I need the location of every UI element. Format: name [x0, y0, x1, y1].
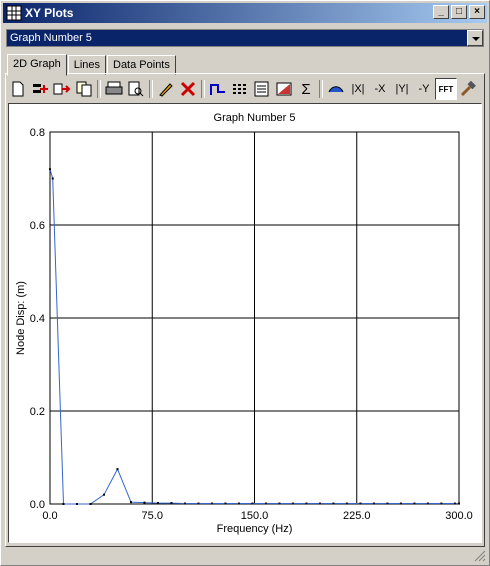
list-icon[interactable]	[251, 78, 273, 100]
data-point	[156, 502, 159, 505]
data-point	[224, 502, 227, 505]
data-point	[291, 502, 294, 505]
abs-x-button[interactable]: |X|	[347, 78, 369, 100]
data-point	[332, 502, 335, 505]
data-point	[278, 502, 281, 505]
xy-chart: 0.0 75.0 150.0 225.0 300.0 0.0 0.2 0.4 0.6 0.8 Gra…	[15, 112, 473, 535]
fill-icon[interactable]	[273, 78, 295, 100]
grid-app-icon	[6, 5, 22, 21]
y-tick-label: 0.4	[30, 313, 45, 325]
y-tick-label: 0.2	[30, 406, 45, 418]
data-point	[102, 493, 105, 496]
data-point	[345, 502, 348, 505]
data-point	[453, 502, 456, 505]
neg-x-button[interactable]: -X	[369, 78, 391, 100]
x-tick-label: 225.0	[343, 510, 371, 522]
window-title: XY Plots	[25, 6, 74, 20]
data-point	[183, 502, 186, 505]
data-point	[413, 502, 416, 505]
data-point	[197, 502, 200, 505]
data-point	[51, 177, 54, 180]
tab-strip: 2D Graph Lines Data Points	[7, 54, 177, 76]
data-point	[399, 502, 402, 505]
y-tick-label: 0.8	[30, 127, 45, 139]
data-point	[170, 502, 173, 505]
toolbar-separator	[319, 80, 323, 98]
curve-icon[interactable]	[207, 78, 229, 100]
print-preview-icon[interactable]	[125, 78, 147, 100]
tab-lines[interactable]: Lines	[67, 55, 106, 75]
neg-y-button[interactable]: -Y	[413, 78, 435, 100]
print-icon[interactable]	[103, 78, 125, 100]
title-bar[interactable]: XY Plots _ □ ×	[3, 3, 487, 23]
new-icon[interactable]	[7, 78, 29, 100]
sum-icon[interactable]: Σ	[295, 78, 317, 100]
x-tick-label: 150.0	[241, 510, 269, 522]
resize-grip-icon[interactable]	[474, 550, 486, 562]
chart-title: Graph Number 5	[214, 112, 296, 124]
data-point	[251, 502, 254, 505]
data-point	[426, 502, 429, 505]
y-tick-label: 0.6	[30, 220, 45, 232]
edit-icon[interactable]	[155, 78, 177, 100]
data-point	[210, 502, 213, 505]
plot-toolbar: Σ |X| -X |Y| -Y FFT	[7, 77, 483, 101]
close-button[interactable]: ×	[469, 5, 485, 19]
toolbar-separator	[97, 80, 101, 98]
data-point	[372, 502, 375, 505]
xy-plots-window: XY Plots _ □ × Graph Number 5 2D Graph L…	[0, 0, 490, 566]
tab-data-points[interactable]: Data Points	[107, 55, 176, 75]
data-point	[318, 502, 321, 505]
data-point	[143, 501, 146, 504]
x-tick-label: 0.0	[42, 510, 57, 522]
data-point	[359, 502, 362, 505]
export-icon[interactable]	[51, 78, 73, 100]
data-point	[237, 502, 240, 505]
y-axis-label: Node Disp: (m)	[15, 281, 27, 355]
chevron-down-icon[interactable]	[467, 30, 483, 46]
tab-2d-graph[interactable]: 2D Graph	[7, 54, 67, 76]
toolbar-separator	[149, 80, 153, 98]
data-point	[458, 502, 460, 505]
x-axis-label: Frequency (Hz)	[217, 523, 293, 535]
data-point	[440, 502, 443, 505]
graph-selector-dropdown[interactable]: Graph Number 5	[6, 29, 484, 47]
x-tick-label: 75.0	[142, 510, 163, 522]
fft-button[interactable]: FFT	[435, 78, 457, 100]
data-point	[75, 503, 78, 505]
minimize-button[interactable]: _	[433, 5, 449, 19]
data-point	[62, 503, 65, 505]
grid-icon[interactable]	[229, 78, 251, 100]
overlay-icon[interactable]	[325, 78, 347, 100]
data-point	[116, 468, 119, 471]
abs-y-button[interactable]: |Y|	[391, 78, 413, 100]
data-point	[386, 502, 389, 505]
data-point	[49, 168, 51, 171]
graph-selector-value: Graph Number 5	[10, 32, 92, 44]
toolbar-separator	[201, 80, 205, 98]
hammer-icon[interactable]	[457, 78, 479, 100]
data-point	[264, 502, 267, 505]
data-point	[305, 502, 308, 505]
data-point	[89, 503, 92, 505]
maximize-button[interactable]: □	[451, 5, 467, 19]
plot-area[interactable]: 0.0 75.0 150.0 225.0 300.0 0.0 0.2 0.4 0.6 0.8 Gra…	[8, 103, 482, 543]
data-point	[129, 501, 132, 504]
delete-icon[interactable]	[177, 78, 199, 100]
y-tick-label: 0.0	[30, 499, 45, 511]
x-tick-label: 300.0	[445, 510, 473, 522]
copy-icon[interactable]	[73, 78, 95, 100]
add-line-icon[interactable]	[29, 78, 51, 100]
